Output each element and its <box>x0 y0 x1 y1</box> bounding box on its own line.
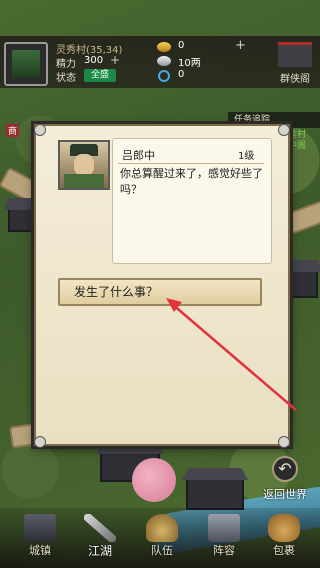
silver-value: 10两 <box>178 58 201 69</box>
speech-text: 你总算醒过来了，感觉好些了吗？ <box>120 167 263 196</box>
jade-ring-icon <box>158 70 170 82</box>
nav-formation[interactable]: 阵容 <box>192 508 256 568</box>
dialog-corner-stud <box>278 436 290 448</box>
shop-button[interactable]: 商 <box>6 124 20 137</box>
return-world-label: 返回世界 <box>263 488 307 501</box>
status-label: 状态 <box>56 73 76 84</box>
dialog-choice-button[interactable]: 发生了什么事？ <box>58 278 262 306</box>
nav-label: 城镇 <box>29 544 51 557</box>
nav-label: 包裹 <box>273 544 295 557</box>
avatar-image <box>12 50 40 78</box>
nav-label: 队伍 <box>151 544 173 557</box>
return-world-button[interactable]: ↶ 返回世界 <box>254 456 316 502</box>
dialog-corner-stud <box>34 436 46 448</box>
town-icon <box>24 514 56 542</box>
swords-icon <box>84 514 116 542</box>
status-badge: 全盛 <box>84 69 116 82</box>
portrait-robe <box>64 174 104 188</box>
divider <box>118 163 264 164</box>
map-house <box>186 478 244 510</box>
hero-hall-label: 群侠阁 <box>280 74 310 85</box>
formation-icon <box>208 514 240 542</box>
energy-label: 精力 <box>56 59 76 70</box>
nav-bag[interactable]: 包裹 <box>252 508 316 568</box>
pavilion-icon <box>278 42 312 67</box>
gold-ingot-icon <box>157 42 171 52</box>
npc-portrait <box>58 140 110 190</box>
return-arrow-icon: ↶ <box>272 456 298 482</box>
silver-ingot-icon <box>157 56 171 66</box>
dialog-corner-stud <box>34 124 46 136</box>
hero-hall-button[interactable]: 群侠阁 <box>272 38 318 86</box>
speaker-level: 1级 <box>238 151 255 162</box>
speaker-name: 吕郎中 <box>122 149 155 162</box>
nav-town[interactable]: 城镇 <box>8 508 72 568</box>
hat-icon <box>146 514 178 542</box>
nav-team[interactable]: 队伍 <box>130 508 194 568</box>
player-avatar[interactable] <box>4 42 48 86</box>
gold-plus-button[interactable]: + <box>235 38 246 53</box>
nav-label: 阵容 <box>213 544 235 557</box>
map-house <box>286 270 318 298</box>
jade-value: 0 <box>178 69 185 80</box>
cherry-tree <box>132 458 176 502</box>
nav-jianghu[interactable]: 江湖 <box>68 508 132 568</box>
energy-value: 300 <box>84 55 104 66</box>
nav-label: 江湖 <box>87 544 112 558</box>
bag-icon <box>268 514 300 542</box>
quest-location-text: 秀村 中阁 <box>288 130 307 151</box>
dialog-corner-stud <box>278 124 290 136</box>
gold-value: 0 <box>178 40 185 51</box>
portrait-face <box>74 154 94 176</box>
energy-plus-button[interactable]: + <box>110 53 120 67</box>
